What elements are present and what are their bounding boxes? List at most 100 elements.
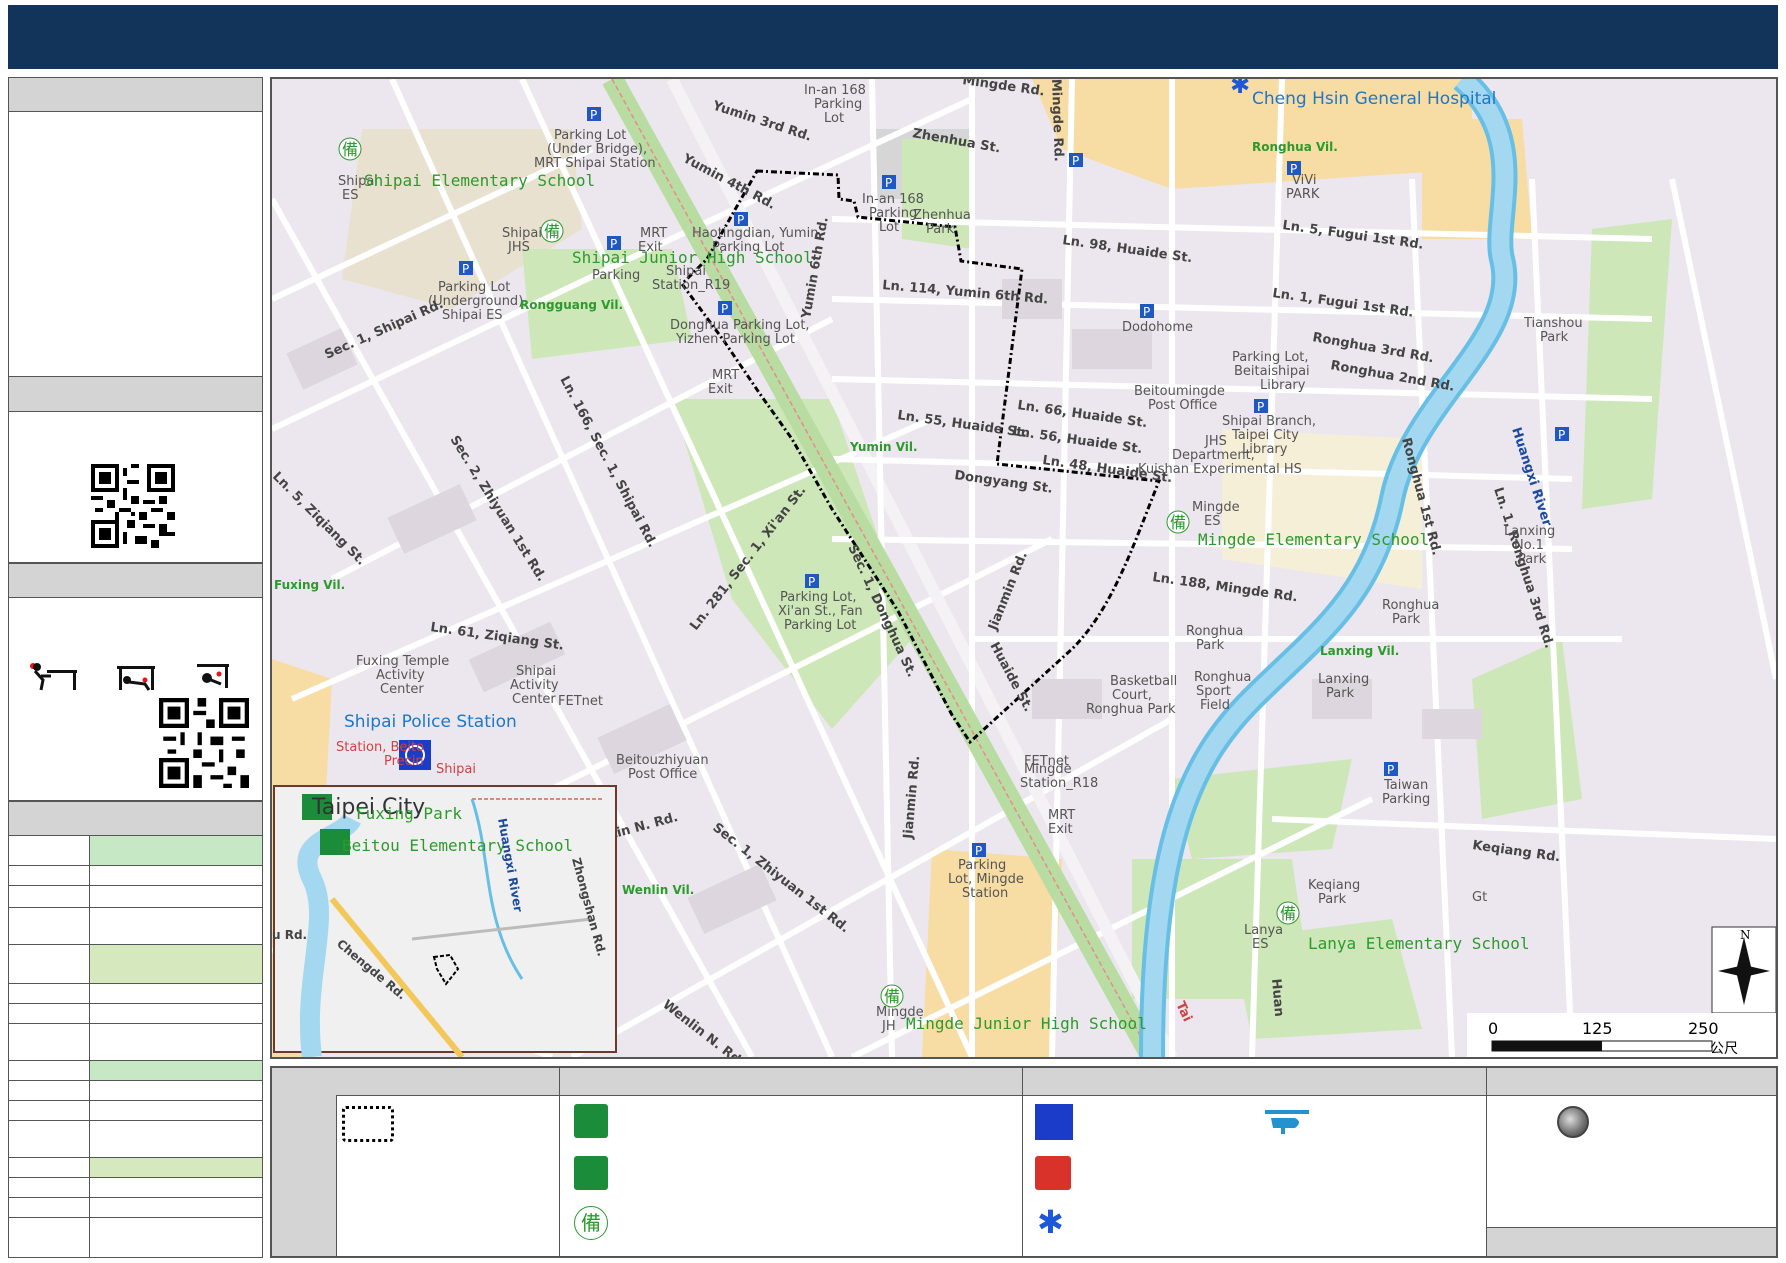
legend: 備 ✱ (270, 1066, 1778, 1258)
table-row (8, 908, 263, 945)
map-label: Activity (510, 678, 559, 693)
svg-text:備: 備 (342, 140, 358, 159)
map-label: Lot, Mingde (948, 872, 1024, 887)
section-header-1 (8, 77, 263, 112)
table-row (8, 984, 263, 1004)
svg-text:P: P (1558, 428, 1565, 442)
map-label: Station_R19 (652, 278, 730, 293)
scale-bar: 0 125 250 公尺 (1467, 1013, 1776, 1057)
map-label: Parking Lot (438, 280, 510, 295)
table-row (8, 866, 263, 886)
map-label: ES (1204, 514, 1220, 529)
boundary-icon (342, 1106, 394, 1142)
shelter-icon (574, 1104, 608, 1138)
map-label: Center (380, 682, 424, 697)
map-label: Station_R18 (1020, 776, 1098, 791)
map-label: PARK (1286, 187, 1320, 202)
drop-cover-hold-icon (30, 663, 77, 691)
map-label: Haotingdian, Yumin (692, 226, 818, 241)
legend-col (336, 1096, 560, 1256)
section-body-1 (8, 112, 263, 377)
legend-col-head (1023, 1068, 1487, 1096)
village-label: Fuxing Vil. (274, 578, 345, 592)
table-row (8, 1101, 263, 1121)
road-label: Mingde Rd. (1048, 79, 1066, 162)
legend-footer (1487, 1227, 1776, 1256)
helicopter-icon (1265, 1110, 1309, 1134)
map-label: Parking (958, 858, 1006, 873)
medical-icon: ✱ (1230, 79, 1250, 99)
map-label: Field (1200, 698, 1230, 713)
svg-text:備: 備 (1280, 904, 1296, 923)
legend-col: ✱ (1023, 1096, 1487, 1256)
map-label: Mingde (1192, 500, 1240, 515)
map-label: Shipai ES (442, 308, 503, 323)
qr-code-icon-2[interactable] (159, 698, 249, 788)
map-label: Parking (592, 268, 640, 283)
map-label: In-an 168 (804, 83, 866, 98)
map-label: Parking Lot (554, 128, 626, 143)
svg-text:✱: ✱ (1230, 79, 1250, 99)
map-label: Ronghua Park (1086, 702, 1176, 717)
table-row (8, 836, 263, 866)
map-label: Post Office (628, 767, 697, 782)
legend-side-header (272, 1068, 337, 1256)
map-label: Activity (376, 668, 425, 683)
map-label: Park (1318, 892, 1347, 907)
village-label: Yumin Vil. (849, 440, 918, 454)
svg-text:P: P (885, 176, 892, 190)
map-label: Shipai (666, 264, 706, 279)
map-label: Lot (824, 111, 844, 126)
svg-text:P: P (1257, 400, 1264, 414)
map-label: Park (926, 222, 955, 237)
svg-text:P: P (1072, 154, 1079, 168)
table-row (8, 1004, 263, 1024)
map-label: Taipei City (1231, 428, 1299, 443)
fire-icon (1035, 1156, 1071, 1190)
village-label: Rongguang Vil. (520, 298, 623, 312)
map-label: Park (1392, 612, 1421, 627)
title-bar (8, 5, 1778, 69)
map-label: Mingde (1024, 762, 1072, 777)
map-label: Dodohome (1122, 320, 1193, 335)
map-label: JH (881, 1019, 896, 1034)
svg-text:備: 備 (1170, 513, 1186, 532)
inset-map[interactable]: Taipei City Fuxing Park Beitou Elementar… (272, 785, 617, 1057)
reserve-icon: 備 (574, 1206, 608, 1240)
map-label: JHS (507, 240, 530, 255)
section-header-3 (8, 563, 263, 598)
map-label: Shipai (516, 664, 556, 679)
school-label: Lanya Elementary School (1308, 934, 1530, 953)
table-row (8, 1178, 263, 1198)
map-label: Park (1196, 638, 1225, 653)
map-label: Parking (814, 97, 862, 112)
svg-text:0: 0 (1488, 1019, 1498, 1038)
table-row (8, 1121, 263, 1158)
map-canvas[interactable]: P P P P P P P P P P P P P P 備 備 備 備 備 ✱ … (272, 79, 1776, 1057)
map-label: Lanxing (1318, 672, 1369, 687)
qr-code-icon[interactable] (91, 464, 175, 548)
legend-col-head (336, 1068, 560, 1096)
map-label: Ronghua (1186, 624, 1243, 639)
map-label: Parking Lot (784, 618, 856, 633)
map-label: Zhenhua (913, 208, 971, 223)
map-label: Lanya (1244, 923, 1283, 938)
svg-text:備: 備 (884, 987, 900, 1006)
map-label: Parking Lot, (1232, 350, 1309, 365)
crawl-under-table-icon (117, 666, 155, 691)
svg-text:P: P (737, 213, 744, 227)
map-label: Sport (1196, 684, 1231, 699)
map-label: Shipai Branch, (1222, 414, 1316, 429)
table-row (8, 1081, 263, 1101)
section-header-2 (8, 377, 263, 412)
legend-col-head (560, 1068, 1023, 1096)
map[interactable]: P P P P P P P P P P P P P P 備 備 備 備 備 ✱ … (270, 77, 1778, 1059)
inset-label: Beitou Elementary School (342, 836, 573, 855)
map-label: FETnet (558, 694, 603, 709)
map-label: Gt (1472, 890, 1487, 905)
svg-text:P: P (590, 108, 597, 122)
map-label: Park (1326, 686, 1355, 701)
map-label: Station (962, 886, 1008, 901)
map-label: JHS (1204, 434, 1227, 449)
table-row (8, 1024, 263, 1061)
